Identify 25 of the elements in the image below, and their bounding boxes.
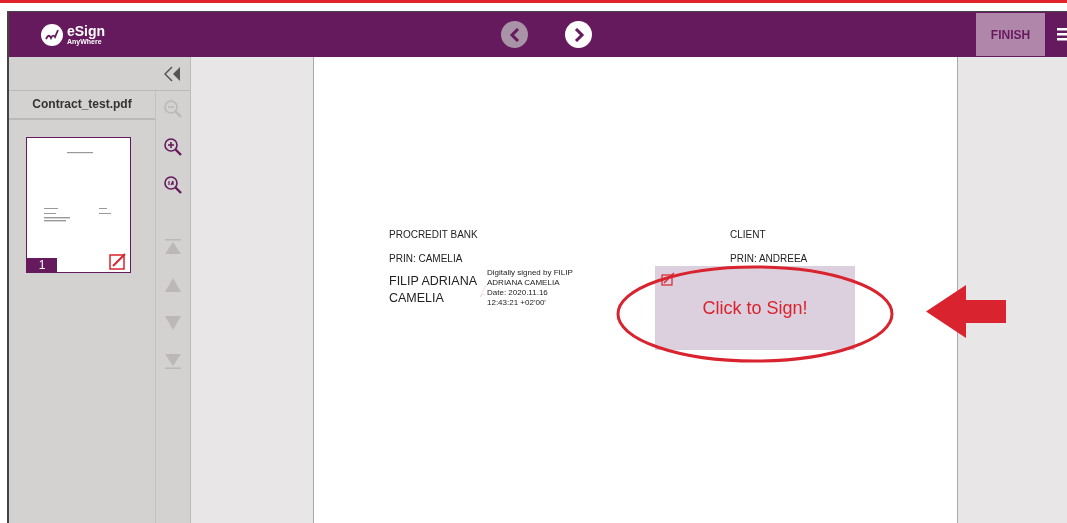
signature-detail: 12:43:21 +02'00' [487,298,547,308]
signer-name: FILIP ADRIANA CAMELIA [389,273,478,307]
pen-logo-icon [41,23,63,46]
next-button[interactable] [565,21,592,48]
signature-detail: Date: 2020.11.16 [487,288,549,298]
signature-edit-icon [661,272,675,286]
finish-button[interactable]: FINISH [976,13,1045,56]
chevron-left-icon [508,27,521,42]
representative-name: PRIN: ANDREEA [730,253,809,264]
logo-name: eSign [67,24,106,38]
representative-name: PRIN: CAMELIA [389,253,464,264]
party-name: PROCREDIT BANK [389,229,479,240]
signature-detail: ADRIANA CAMELIA [487,278,561,288]
collapse-icon[interactable] [164,65,181,82]
page-thumbnail[interactable]: 1 [26,137,131,273]
chevron-right-icon [572,27,585,42]
signature-edit-icon [109,252,127,270]
zoom-reset-icon[interactable] [163,175,183,195]
page-number: 1 [27,258,57,272]
signature-detail: Digitally signed by FILIP [487,268,573,278]
zoom-in-icon[interactable] [163,137,183,157]
party-name: CLIENT [730,229,767,240]
signature-field[interactable]: Click to Sign! [655,266,855,350]
menu-icon[interactable] [1057,27,1067,41]
file-name: Contract_test.pdf [9,91,155,120]
